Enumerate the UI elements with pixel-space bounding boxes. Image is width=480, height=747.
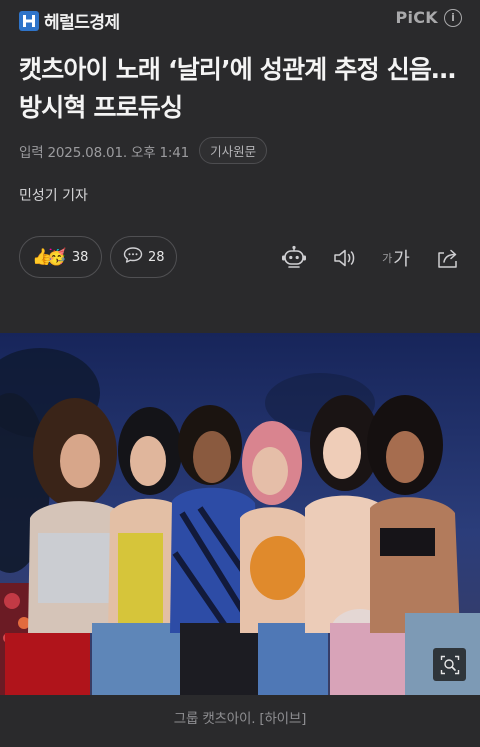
photo-caption: 그룹 캣츠아이. [하이브] [173,711,307,727]
logo-text: 헤럴드경제 [44,13,120,33]
speaker-icon[interactable] [331,244,359,272]
original-article-button[interactable]: 기사원문 [199,137,268,164]
herald-logo[interactable]: 헤럴드경제 [19,8,120,33]
info-icon[interactable]: i [444,8,462,27]
herald-logo-mark-icon [19,10,39,31]
font-size-small-label: 가 [382,252,393,265]
zoom-icon[interactable] [433,648,466,681]
article-meta: 입력 2025.08.01. 오후 1:41 기사원문 [19,137,268,164]
article-headline: 캣츠아이 노래 ‘날리’에 성관계 추정 신음…방시혁 프로듀싱 [19,55,456,122]
font-size-icon[interactable]: 가가 [381,244,411,272]
reporter-name[interactable]: 민성기 기자 [19,185,88,205]
font-size-large-label: 가 [393,249,410,270]
pick-label: PiCK [395,8,438,27]
top-bar: 헤럴드경제 PiCK i [0,0,480,38]
group-photo-illustration [0,333,480,695]
article-photo[interactable] [0,333,480,695]
publish-date: 입력 2025.08.01. 오후 1:41 [19,144,190,161]
pick-badge[interactable]: PiCK i [395,8,462,27]
share-icon[interactable] [434,244,462,272]
summary-bot-icon[interactable] [280,244,308,272]
article-toolbar: 가가 [0,244,480,272]
